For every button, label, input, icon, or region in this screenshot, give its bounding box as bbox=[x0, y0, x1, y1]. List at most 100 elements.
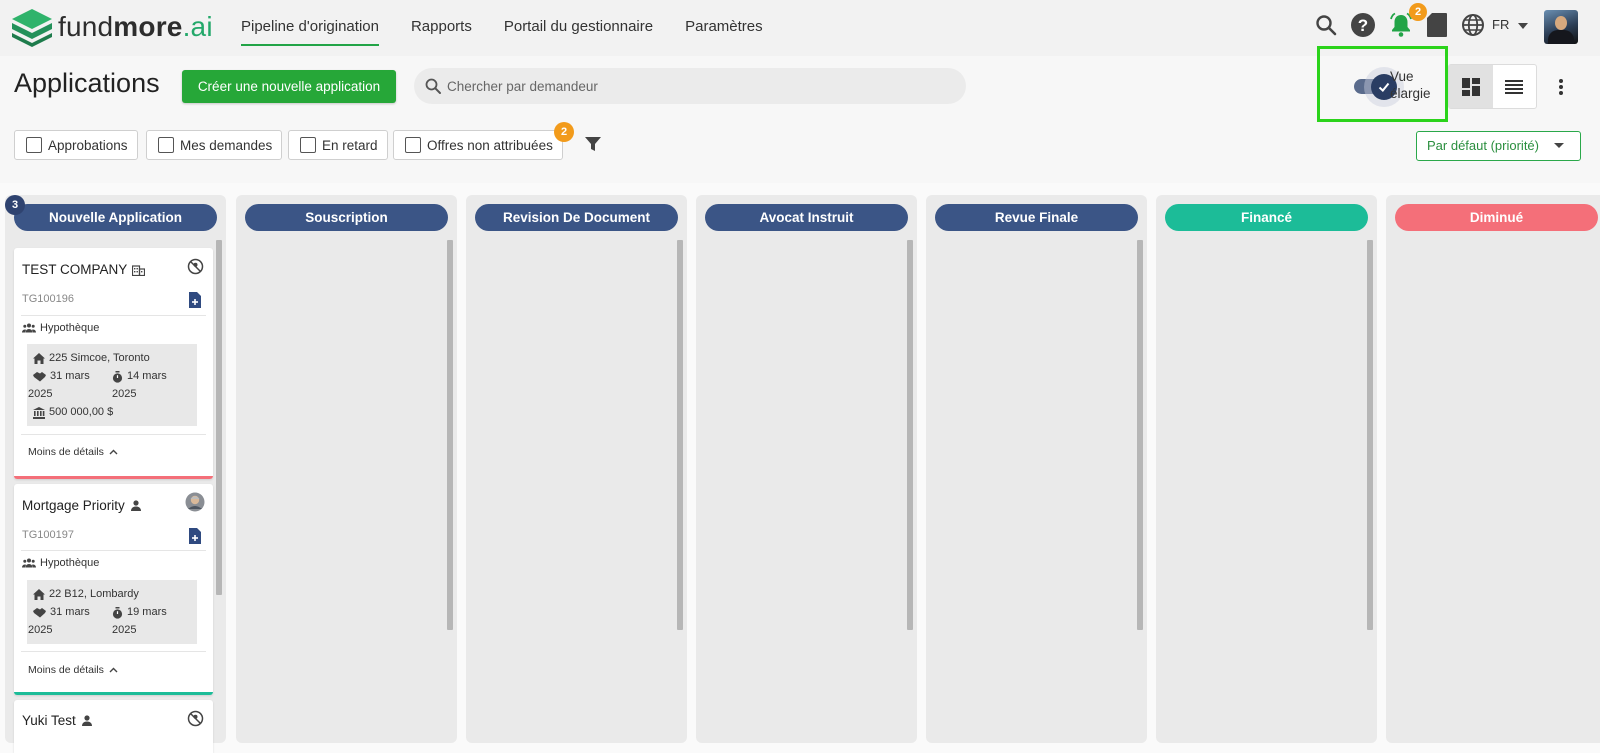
not-assigned-icon[interactable] bbox=[187, 258, 204, 280]
column-header[interactable]: Nouvelle Application bbox=[14, 204, 217, 231]
filter-overdue[interactable]: En retard bbox=[288, 130, 388, 160]
globe-icon[interactable] bbox=[1460, 12, 1486, 38]
svg-text:?: ? bbox=[1358, 16, 1368, 35]
application-card[interactable]: Yuki Test bbox=[14, 700, 213, 753]
card-details: 225 Simcoe, Toronto 31 mars 2025 14 mars… bbox=[27, 344, 197, 426]
card-status-bar bbox=[14, 692, 213, 695]
list-view-button[interactable] bbox=[1493, 65, 1537, 108]
card-applicant-name: Mortgage Priority bbox=[22, 498, 142, 513]
person-icon bbox=[130, 500, 142, 511]
fundmore-logo[interactable]: fundmore.ai bbox=[10, 4, 213, 50]
application-card[interactable]: Mortgage Priority TG100197 Hypothèque 22… bbox=[14, 484, 213, 695]
language-selector[interactable]: FR bbox=[1492, 17, 1528, 32]
add-document-icon[interactable] bbox=[188, 292, 201, 313]
board-view-button[interactable] bbox=[1449, 65, 1493, 108]
column-header[interactable]: Revision De Document bbox=[475, 204, 678, 231]
group-icon bbox=[22, 558, 36, 568]
document-icon[interactable] bbox=[1424, 12, 1450, 38]
loan-amount: 500 000,00 $ bbox=[33, 406, 113, 419]
column-scrollbar[interactable] bbox=[1367, 240, 1373, 630]
card-reference: TG100196 bbox=[22, 293, 74, 305]
checkbox[interactable] bbox=[26, 137, 42, 153]
column-scrollbar[interactable] bbox=[1137, 240, 1143, 630]
broker-avatar[interactable] bbox=[185, 492, 205, 517]
logo-mark-icon bbox=[12, 9, 52, 47]
nav-settings[interactable]: Paramètres bbox=[669, 0, 779, 46]
column-scrollbar[interactable] bbox=[216, 240, 222, 595]
filter-approvals[interactable]: Approbations bbox=[14, 130, 138, 160]
cof-date: 14 mars bbox=[112, 370, 167, 383]
card-status-bar bbox=[14, 476, 213, 479]
logo-wordmark: fundmore.ai bbox=[58, 11, 213, 42]
less-details-toggle[interactable]: Moins de détails bbox=[28, 664, 118, 676]
checkbox[interactable] bbox=[405, 137, 421, 153]
cof-date-year: 2025 bbox=[112, 624, 137, 636]
closing-date-year: 2025 bbox=[28, 624, 53, 636]
property-address: 22 B12, Lombardy bbox=[33, 588, 139, 600]
more-options-icon[interactable] bbox=[1553, 74, 1569, 100]
column-header[interactable]: Financé bbox=[1165, 204, 1368, 231]
company-icon bbox=[132, 264, 146, 276]
column-header[interactable]: Avocat Instruit bbox=[705, 204, 908, 231]
column-scrollbar[interactable] bbox=[907, 240, 913, 630]
search-bar bbox=[414, 68, 966, 104]
handshake-icon bbox=[33, 608, 46, 618]
card-applicant-name: TEST COMPANY bbox=[22, 262, 146, 277]
column-document-review: Revision De Document bbox=[466, 195, 687, 743]
chevron-up-icon bbox=[109, 449, 118, 455]
checkbox[interactable] bbox=[300, 137, 316, 153]
checkbox[interactable] bbox=[158, 137, 174, 153]
user-avatar[interactable] bbox=[1544, 10, 1578, 44]
column-final-review: Revue Finale bbox=[926, 195, 1147, 743]
card-product: Hypothèque bbox=[22, 322, 99, 334]
help-icon[interactable]: ? bbox=[1350, 12, 1376, 38]
card-applicant-name: Yuki Test bbox=[22, 713, 93, 728]
home-icon bbox=[33, 353, 45, 364]
filter-unassigned-offers[interactable]: Offres non attribuées bbox=[393, 130, 563, 160]
nav-manager-portal[interactable]: Portail du gestionnaire bbox=[488, 0, 669, 46]
search-icon bbox=[425, 78, 441, 94]
timer-icon bbox=[112, 607, 123, 619]
filter-my-requests[interactable]: Mes demandes bbox=[146, 130, 283, 160]
page-title: Applications bbox=[14, 68, 160, 98]
person-icon bbox=[81, 715, 93, 726]
bank-icon bbox=[33, 407, 45, 419]
column-header[interactable]: Revue Finale bbox=[935, 204, 1138, 231]
property-address: 225 Simcoe, Toronto bbox=[33, 352, 150, 364]
card-product: Hypothèque bbox=[22, 557, 99, 569]
column-scrollbar[interactable] bbox=[447, 240, 453, 630]
view-switcher bbox=[1448, 64, 1537, 109]
column-underwriting: Souscription bbox=[236, 195, 457, 743]
less-details-toggle[interactable]: Moins de détails bbox=[28, 446, 118, 458]
column-header[interactable]: Souscription bbox=[245, 204, 448, 231]
caret-down-icon bbox=[1517, 22, 1528, 29]
not-assigned-icon[interactable] bbox=[187, 710, 204, 732]
column-scrollbar[interactable] bbox=[677, 240, 683, 630]
timer-icon bbox=[112, 371, 123, 383]
add-document-icon[interactable] bbox=[188, 528, 201, 549]
nav-pipeline[interactable]: Pipeline d'origination bbox=[241, 0, 379, 46]
cof-date: 19 mars bbox=[112, 606, 167, 619]
group-icon bbox=[22, 323, 36, 333]
create-application-button[interactable]: Créer une nouvelle application bbox=[182, 70, 396, 103]
filter-funnel-icon[interactable] bbox=[584, 135, 602, 158]
closing-date: 31 mars bbox=[33, 370, 90, 382]
nav-reports[interactable]: Rapports bbox=[395, 0, 488, 46]
column-count-badge: 3 bbox=[5, 195, 25, 215]
search-input[interactable] bbox=[447, 68, 947, 104]
column-header[interactable]: Diminué bbox=[1395, 204, 1598, 231]
dashboard-icon bbox=[1461, 77, 1480, 96]
search-icon[interactable] bbox=[1313, 12, 1339, 38]
column-funded: Financé bbox=[1156, 195, 1377, 743]
home-icon bbox=[33, 589, 45, 600]
main-nav: Pipeline d'origination Rapports Portail … bbox=[241, 0, 779, 56]
card-details: 22 B12, Lombardy 31 mars 2025 19 mars 20… bbox=[27, 580, 197, 644]
expanded-view-toggle-highlight: Vue élargie bbox=[1317, 46, 1448, 122]
closing-date-year: 2025 bbox=[28, 388, 53, 400]
closing-date: 31 mars bbox=[33, 606, 90, 618]
language-label: FR bbox=[1492, 17, 1510, 32]
application-card[interactable]: TEST COMPANY TG100196 Hypothèque 225 Sim… bbox=[14, 248, 213, 479]
list-icon bbox=[1505, 79, 1524, 94]
sort-select[interactable]: Par défaut (priorité) bbox=[1416, 131, 1581, 161]
column-lawyer-instructed: Avocat Instruit bbox=[696, 195, 917, 743]
